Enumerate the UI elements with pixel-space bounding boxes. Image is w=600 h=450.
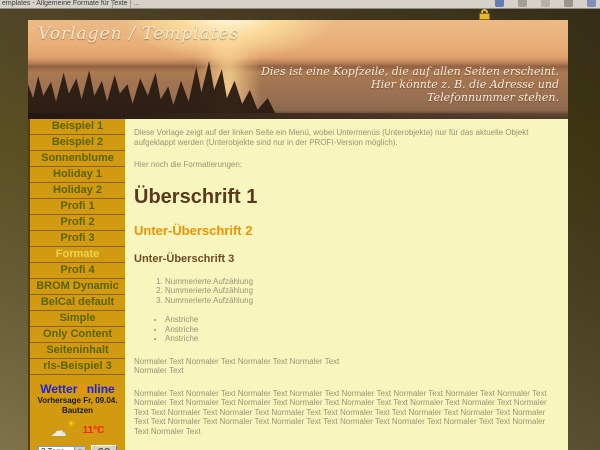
page-body: Beispiel 1 Beispiel 2 Sonnenblume Holida… — [28, 119, 568, 450]
toolbar-help-icon[interactable] — [587, 0, 596, 7]
cloud-sun-icon: ☀ ☁ — [51, 421, 75, 439]
bullet-list: Anstriche Anstriche Anstriche — [165, 315, 556, 344]
heading-1: Überschrift 1 — [134, 186, 556, 208]
numbered-list: Nummerierte Aufzählung Nummerierte Aufzä… — [165, 277, 556, 306]
dune-grass-silhouette — [28, 61, 283, 119]
shoreline — [28, 113, 568, 119]
lock-body — [479, 13, 490, 20]
page-header-sunset: Vorlagen / Templates Dies ist eine Kopfz… — [28, 20, 568, 119]
sun-o-icon: O — [77, 382, 86, 396]
forecast-date: Vorhersage Fr, 09.04. — [30, 396, 125, 406]
sidebar-item-brom-dynamic[interactable]: BROM Dynamic — [30, 279, 125, 295]
wetteronline-logo[interactable]: WetterOnline — [30, 382, 125, 396]
browser-tab[interactable]: emplates - Allgemeine Formate für Texte … — [2, 0, 140, 7]
site-title: Vorlagen / Templates — [38, 24, 239, 44]
header-tagline: Dies ist eine Kopfzeile, die auf allen S… — [261, 65, 559, 104]
normal-text-line: Normaler Text Normaler Text Normaler Tex… — [134, 357, 339, 366]
website-page: Vorlagen / Templates Dies ist eine Kopfz… — [28, 20, 568, 450]
sidebar-item-profi-2[interactable]: Profi 2 — [30, 215, 125, 231]
sidebar-item-belcal-default[interactable]: BelCal default — [30, 295, 125, 311]
numbered-list-item: Nummerierte Aufzählung — [165, 277, 556, 287]
browser-toolbar-icons — [495, 0, 596, 7]
sidebar-menu: Beispiel 1 Beispiel 2 Sonnenblume Holida… — [28, 119, 125, 450]
forecast-city: Bautzen — [30, 406, 125, 416]
tab-separator — [112, 0, 113, 9]
forecast-range-select[interactable]: 3 Tage ▼ — [38, 446, 86, 450]
toolbar-zoom-icon[interactable] — [541, 0, 550, 7]
toolbar-bookmark-icon[interactable] — [495, 0, 504, 7]
bullet-list-item: Anstriche — [165, 334, 556, 344]
screenshot-root: emplates - Allgemeine Formate für Texte … — [0, 0, 600, 450]
tagline-line: Dies ist eine Kopfzeile, die auf allen S… — [261, 65, 559, 78]
browser-tab-bar: emplates - Allgemeine Formate für Texte … — [0, 0, 600, 9]
sidebar-item-profi-1[interactable]: Profi 1 — [30, 199, 125, 215]
bullet-list-item: Anstriche — [165, 325, 556, 335]
main-content: Diese Vorlage zeigt auf der linken Seite… — [125, 119, 568, 450]
temperature-value: 11°C — [83, 425, 105, 436]
numbered-list-item: Nummerierte Aufzählung — [165, 296, 556, 306]
toolbar-print-icon[interactable] — [518, 0, 527, 7]
normal-text-line: Normaler Text — [134, 366, 184, 375]
forecast-row: ☀ ☁ 11°C — [30, 419, 125, 441]
sidebar-item-formate[interactable]: Formate — [30, 247, 125, 263]
tagline-line: Hier könnte z. B. die Adresse und — [371, 78, 559, 91]
sidebar-item-rls-beispiel-3[interactable]: rls-Beispiel 3 — [30, 359, 125, 375]
sidebar-item-seiteninhalt[interactable]: Seiteninhalt — [30, 343, 125, 359]
cloud-icon: ☁ — [51, 421, 67, 441]
tagline-line: Telefonnummer stehen. — [427, 91, 559, 104]
sidebar-item-profi-4[interactable]: Profi 4 — [30, 263, 125, 279]
heading-2: Unter-Überschrift 2 — [134, 226, 556, 236]
bullet-list-item: Anstriche — [165, 315, 556, 325]
sidebar-item-only-content[interactable]: Only Content — [30, 327, 125, 343]
brand-text: Wetter — [40, 382, 77, 396]
sidebar-item-holiday-1[interactable]: Holiday 1 — [30, 167, 125, 183]
toolbar-tools-icon[interactable] — [564, 0, 573, 7]
brand-text: nline — [87, 382, 115, 396]
tab-separator — [130, 0, 131, 9]
go-button[interactable]: GO — [91, 445, 117, 450]
sidebar-item-beispiel-2[interactable]: Beispiel 2 — [30, 135, 125, 151]
sidebar-item-sonnenblume[interactable]: Sonnenblume — [30, 151, 125, 167]
dropdown-arrow-icon[interactable]: ▼ — [74, 447, 85, 450]
sun-icon: ☀ — [67, 419, 76, 430]
sidebar-item-holiday-2[interactable]: Holiday 2 — [30, 183, 125, 199]
sidebar-item-beispiel-1[interactable]: Beispiel 1 — [30, 119, 125, 135]
normal-text-paragraph: Normaler Text Normaler Text Normaler Tex… — [134, 389, 554, 437]
format-intro-line: Hier noch die Formatierungen: — [134, 160, 556, 170]
heading-3: Unter-Überschrift 3 — [134, 255, 556, 265]
weather-widget: WetterOnline Vorhersage Fr, 09.04. Bautz… — [30, 382, 125, 450]
numbered-list-item: Nummerierte Aufzählung — [165, 286, 556, 296]
intro-paragraph: Diese Vorlage zeigt auf der linken Seite… — [134, 128, 554, 147]
forecast-controls: 3 Tage ▼ GO — [30, 445, 125, 450]
sidebar-item-profi-3[interactable]: Profi 3 — [30, 231, 125, 247]
sidebar-item-simple[interactable]: Simple — [30, 311, 125, 327]
normal-text-block: Normaler Text Normaler Text Normaler Tex… — [134, 357, 556, 376]
